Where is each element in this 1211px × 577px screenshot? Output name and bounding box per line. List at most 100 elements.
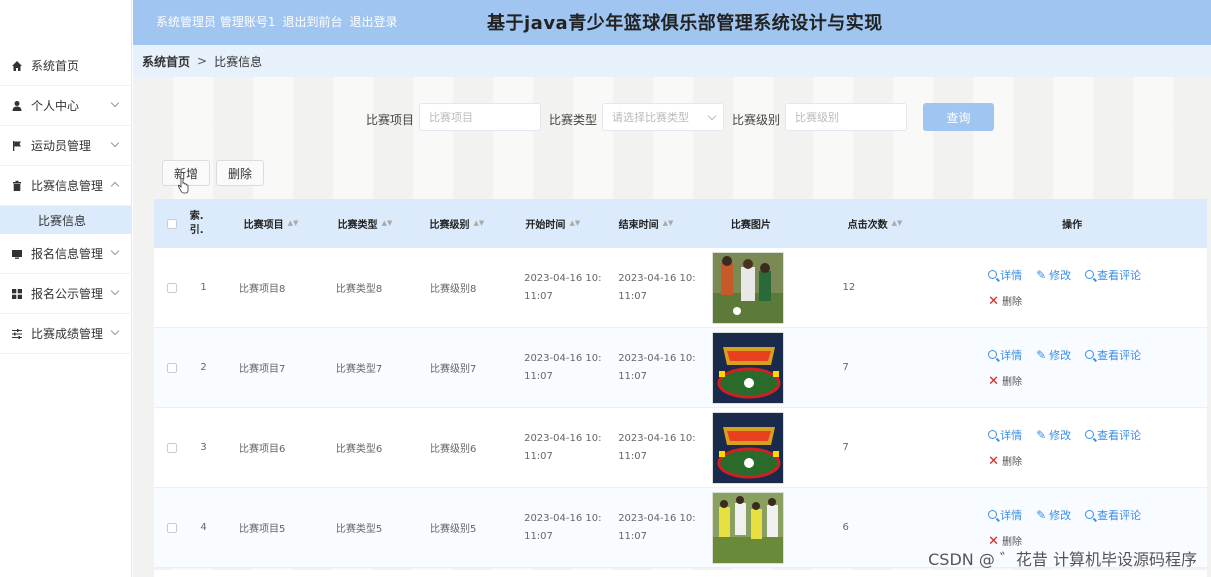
cell-type: 比赛类型5 xyxy=(330,488,424,567)
col-type[interactable]: 比赛类型 ▲▼ xyxy=(330,199,423,248)
view-comments-link[interactable]: 查看评论 xyxy=(1085,347,1141,363)
col-end-time[interactable]: 结束时间 ▲▼ xyxy=(609,199,702,248)
cell-clicks-value: 7 xyxy=(842,362,849,373)
chevron-down-icon xyxy=(110,286,120,296)
sidebar-menu: 系统首页 个人中心 运动员管理 比赛信息管理 比赛信息 报名信息管理 报名公示管… xyxy=(0,46,132,354)
project-input[interactable]: 比赛项目 xyxy=(419,103,541,131)
view-comments-label: 查看评论 xyxy=(1097,268,1142,282)
type-select-placeholder: 请选择比赛类型 xyxy=(612,111,689,124)
cell-end-time-line2: 11:07 xyxy=(618,530,648,542)
pencil-icon: ✎ xyxy=(1036,347,1047,362)
row-checkbox[interactable] xyxy=(167,282,178,293)
system-title: 基于java青少年篮球俱乐部管理系统设计与实现 xyxy=(487,13,883,34)
sidebar-item-registration-info-management[interactable]: 报名信息管理 xyxy=(0,234,132,274)
cell-end-time-line2: 11:07 xyxy=(618,450,648,462)
row-checkbox[interactable] xyxy=(167,522,178,533)
grid-icon xyxy=(10,287,24,301)
delete-link[interactable]: ✕ 删除 xyxy=(988,293,1141,309)
cell-actions: 详情 ✎ 修改 查看评论 ✕ 删除 xyxy=(985,328,1207,407)
edit-link[interactable]: ✎ 修改 xyxy=(1036,427,1071,443)
sidebar-item-registration-publicity-management[interactable]: 报名公示管理 xyxy=(0,274,132,314)
col-clicks[interactable]: 点击次数 ▲▼ xyxy=(826,199,980,248)
cell-start-time-line2: 11:07 xyxy=(524,290,553,302)
trash-can-icon xyxy=(10,179,24,193)
edit-link[interactable]: ✎ 修改 xyxy=(1036,507,1071,523)
detail-link[interactable]: 详情 xyxy=(988,507,1022,523)
level-input[interactable]: 比赛级别 xyxy=(785,103,907,131)
cell-level-value: 比赛级别7 xyxy=(429,364,477,375)
view-comments-link[interactable]: 查看评论 xyxy=(1085,427,1141,443)
table-row: 3 比赛项目6 比赛类型6 比赛级别6 2023-04-16 10: 11:07 … xyxy=(154,408,1207,488)
cell-type: 比赛类型8 xyxy=(330,248,424,327)
col-actions: 操作 xyxy=(980,199,1207,248)
detail-label: 详情 xyxy=(1000,268,1023,282)
cell-project: 比赛项目5 xyxy=(233,488,330,567)
sidebar-item-home[interactable]: 系统首页 xyxy=(0,46,132,86)
sidebar-item-label: 系统首页 xyxy=(31,59,80,73)
breadcrumb-home[interactable]: 系统首页 xyxy=(142,53,190,70)
detail-label: 详情 xyxy=(1000,508,1023,522)
chevron-down-icon xyxy=(110,326,120,336)
edit-label: 修改 xyxy=(1049,508,1072,522)
view-comments-link[interactable]: 查看评论 xyxy=(1085,507,1141,523)
search-icon xyxy=(988,430,998,439)
view-comments-link[interactable]: 查看评论 xyxy=(1085,267,1141,283)
chevron-up-icon xyxy=(110,181,120,191)
delete-label: 删除 xyxy=(1001,456,1022,468)
query-button[interactable]: 查询 xyxy=(923,103,994,131)
cell-project: 比赛项目7 xyxy=(233,328,330,407)
match-image[interactable] xyxy=(712,331,785,404)
col-clicks-label: 点击次数 xyxy=(847,220,888,231)
delete-button[interactable]: 删除 xyxy=(216,160,264,186)
sidebar-item-personal-center[interactable]: 个人中心 xyxy=(0,86,132,126)
col-project[interactable]: 比赛项目 ▲▼ xyxy=(234,199,330,248)
row-checkbox[interactable] xyxy=(167,442,178,453)
row-actions-line: 详情 ✎ 修改 查看评论 xyxy=(988,267,1141,283)
delete-link[interactable]: ✕ 删除 xyxy=(988,453,1141,469)
type-select[interactable]: 请选择比赛类型 xyxy=(602,103,724,131)
edit-link[interactable]: ✎ 修改 xyxy=(1036,267,1071,283)
col-level[interactable]: 比赛级别 ▲▼ xyxy=(423,199,516,248)
chevron-down-icon xyxy=(110,98,120,108)
cell-type-value: 比赛类型8 xyxy=(335,284,383,295)
cell-level-value: 比赛级别6 xyxy=(429,444,477,455)
match-image[interactable] xyxy=(712,411,785,484)
select-all-checkbox[interactable] xyxy=(166,218,177,229)
match-image[interactable] xyxy=(712,251,785,324)
sidebar-item-athlete-management[interactable]: 运动员管理 xyxy=(0,126,132,166)
cell-project-value: 比赛项目6 xyxy=(239,444,286,455)
back-to-frontend-link[interactable]: 退出到前台 xyxy=(282,13,342,30)
cell-end-time-line2: 11:07 xyxy=(618,370,648,382)
edit-link[interactable]: ✎ 修改 xyxy=(1036,347,1071,363)
match-image[interactable] xyxy=(712,491,785,564)
col-end-time-label: 结束时间 xyxy=(618,220,659,231)
breadcrumb: 系统首页 > 比赛信息 xyxy=(133,45,1211,77)
row-checkbox[interactable] xyxy=(167,362,178,373)
close-icon: ✕ xyxy=(988,373,999,389)
sidebar-subitem-match-info[interactable]: 比赛信息 xyxy=(0,206,132,234)
cell-start-time-line2: 11:07 xyxy=(524,530,553,542)
pencil-icon: ✎ xyxy=(1036,507,1047,522)
sidebar-item-match-results-management[interactable]: 比赛成绩管理 xyxy=(0,314,132,354)
table-row: 1 比赛项目8 比赛类型8 比赛级别8 2023-04-16 10: 11:07 … xyxy=(154,248,1207,328)
detail-link[interactable]: 详情 xyxy=(988,267,1022,283)
sidebar-item-match-info-management[interactable]: 比赛信息管理 xyxy=(0,166,132,206)
detail-label: 详情 xyxy=(1000,428,1023,442)
close-icon: ✕ xyxy=(988,453,999,469)
cell-end-time: 2023-04-16 10: 11:07 xyxy=(612,408,706,487)
search-icon xyxy=(1085,270,1095,279)
sidebar-item-label: 比赛信息管理 xyxy=(31,179,104,193)
col-start-time[interactable]: 开始时间 ▲▼ xyxy=(515,199,608,248)
cell-image xyxy=(706,408,829,487)
cell-actions: 详情 ✎ 修改 查看评论 ✕ 删除 xyxy=(985,408,1207,487)
logout-link[interactable]: 退出登录 xyxy=(349,13,397,30)
cell-index-value: 1 xyxy=(200,282,207,293)
row-select-cell xyxy=(154,488,190,567)
row-actions: 详情 ✎ 修改 查看评论 ✕ 删除 xyxy=(988,347,1141,389)
edit-label: 修改 xyxy=(1049,268,1072,282)
detail-link[interactable]: 详情 xyxy=(988,347,1022,363)
detail-link[interactable]: 详情 xyxy=(988,427,1022,443)
cell-end-time-line1: 2023-04-16 10: xyxy=(618,352,696,364)
delete-link[interactable]: ✕ 删除 xyxy=(988,373,1141,389)
level-label: 比赛级别 xyxy=(732,113,781,127)
